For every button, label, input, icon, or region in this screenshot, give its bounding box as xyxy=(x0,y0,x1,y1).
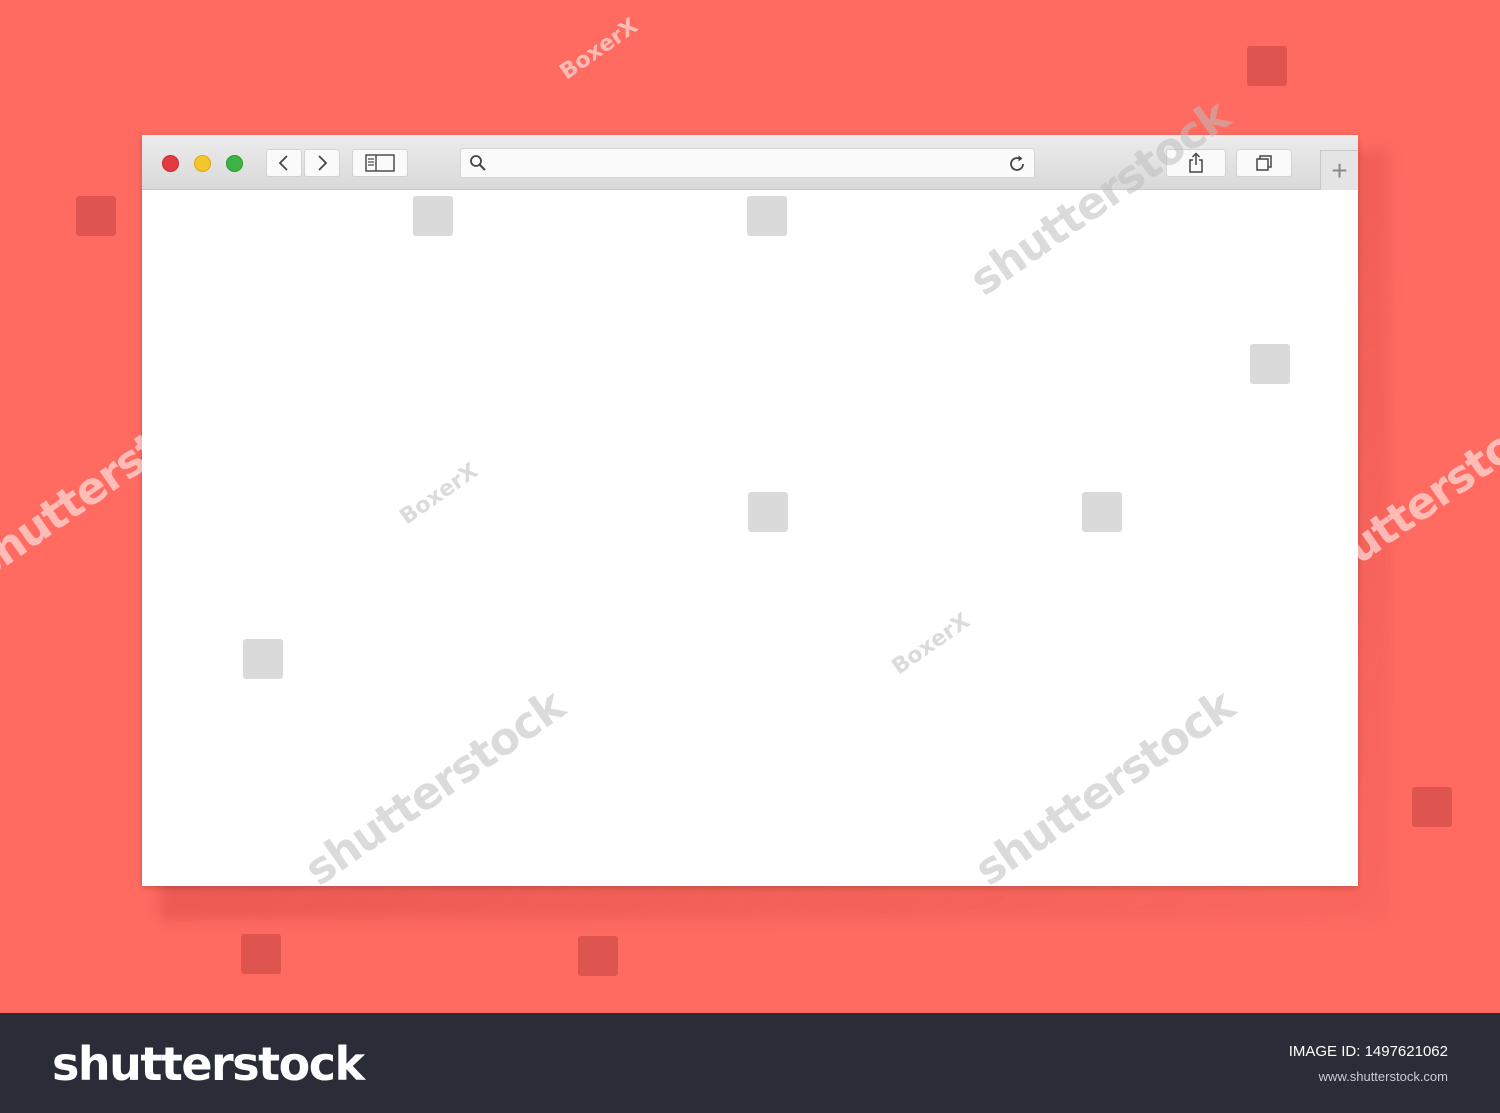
tabs-overview-button[interactable] xyxy=(1236,149,1292,177)
watermark-logo-icon xyxy=(748,492,788,532)
maximize-window-button[interactable] xyxy=(226,155,243,172)
watermark-logo-icon xyxy=(413,196,453,236)
stock-footer: shutterstock IMAGE ID: 1497621062 www.sh… xyxy=(0,1013,1500,1113)
new-tab-button[interactable]: + xyxy=(1320,150,1358,190)
footer-brand: shutterstock xyxy=(52,1037,365,1091)
watermark-logo-icon xyxy=(76,196,116,236)
watermark-logo-icon xyxy=(747,196,787,236)
image-id-label: IMAGE ID: xyxy=(1288,1043,1361,1060)
sidebar-toggle-button[interactable] xyxy=(352,149,408,177)
footer-image-id: IMAGE ID: 1497621062 xyxy=(1289,1043,1448,1060)
forward-button[interactable] xyxy=(304,149,340,177)
reload-icon[interactable] xyxy=(1006,153,1028,175)
sidebar-icon xyxy=(365,154,395,172)
close-window-button[interactable] xyxy=(162,155,179,172)
minimize-window-button[interactable] xyxy=(194,155,211,172)
watermark-logo-icon xyxy=(1250,344,1290,384)
watermark-logo-icon xyxy=(241,934,281,974)
footer-site: www.shutterstock.com xyxy=(1318,1069,1448,1084)
tabs-overview-icon xyxy=(1256,155,1272,171)
watermark-logo-icon xyxy=(1412,787,1452,827)
page-content-area xyxy=(142,190,1358,886)
watermark-author: BoxerX xyxy=(555,13,643,85)
back-button[interactable] xyxy=(266,149,302,177)
chevron-right-icon xyxy=(318,155,328,171)
watermark-logo-icon xyxy=(1247,46,1287,86)
chevron-left-icon xyxy=(278,155,288,171)
search-icon xyxy=(470,155,486,171)
watermark-logo-icon xyxy=(1082,492,1122,532)
watermark-logo-icon xyxy=(578,936,618,976)
watermark-logo-icon xyxy=(243,639,283,679)
background-stage: + BoxerX BoxerX BoxerX shutterstock shut… xyxy=(0,0,1500,1013)
image-id-value: 1497621062 xyxy=(1364,1043,1448,1060)
address-input[interactable] xyxy=(493,152,993,174)
plus-icon: + xyxy=(1331,154,1348,186)
address-bar[interactable] xyxy=(460,148,1035,178)
